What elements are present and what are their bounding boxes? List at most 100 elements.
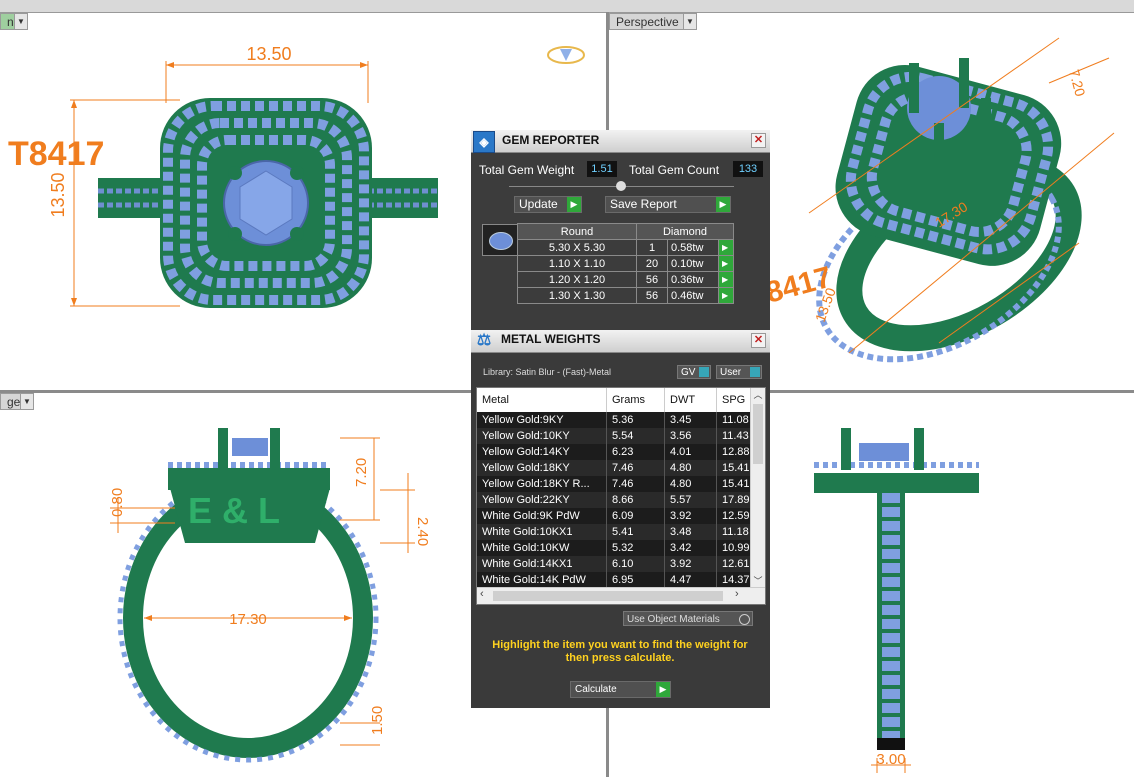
row-select-icon[interactable]: ▶ [718, 239, 734, 256]
calculate-label: Calculate [575, 684, 617, 695]
metal-dwt: 4.01 [664, 444, 717, 460]
metal-dwt: 4.80 [664, 476, 717, 492]
engraving-text: E & L [188, 490, 280, 531]
scale-icon: ⚖ [476, 332, 492, 349]
metal-table-container[interactable]: Metal Grams DWT SPG Yellow Gold:9KY 5.36 3… [476, 387, 766, 605]
metal-name: Yellow Gold:18KY R... [477, 476, 607, 492]
table-row[interactable]: Yellow Gold:10KY 5.54 3.56 11.43 [477, 428, 765, 444]
gem-count: 1 [636, 239, 668, 256]
metal-grams: 7.46 [606, 476, 665, 492]
shape-header: Round [517, 223, 637, 240]
total-weight-value: 1.51 [587, 161, 617, 177]
total-count-value: 133 [733, 161, 763, 177]
dimension-top-height: 7.20 [1066, 68, 1089, 99]
user-label: User [720, 367, 742, 378]
play-icon: ▶ [656, 682, 670, 697]
metal-grams: 6.95 [606, 572, 665, 588]
scroll-down-icon[interactable]: ﹀ [751, 574, 765, 588]
metal-name: White Gold:9K PdW [477, 508, 607, 524]
table-row[interactable]: Yellow Gold:18KY 7.46 4.80 15.41 [477, 460, 765, 476]
metal-weights-title: METAL WEIGHTS [501, 332, 601, 346]
viewport-label: n [7, 14, 14, 29]
gem-reporter-title: GEM REPORTER [502, 133, 600, 147]
metal-dwt: 3.42 [664, 540, 717, 556]
gem-size: 5.30 X 5.30 [517, 239, 637, 256]
gem-shape-icon [482, 224, 518, 256]
metal-dwt: 3.92 [664, 556, 717, 572]
metal-name: White Gold:10KX1 [477, 524, 607, 540]
gv-toggle[interactable]: GV [677, 365, 711, 379]
use-object-materials-toggle[interactable]: Use Object Materials [623, 611, 753, 626]
scroll-thumb[interactable] [753, 404, 763, 464]
col-metal[interactable]: Metal [477, 388, 607, 412]
slider-handle[interactable] [616, 181, 626, 191]
gem-size: 1.30 X 1.30 [517, 287, 637, 304]
row-select-icon[interactable]: ▶ [718, 287, 734, 304]
viewport-label: Perspective [616, 14, 679, 29]
gem-row[interactable]: 1.30 X 1.30 56 0.46tw ▶ [517, 287, 734, 304]
col-dwt[interactable]: DWT [664, 388, 717, 412]
library-label: Library: Satin Blur - (Fast)-Metal [483, 367, 612, 377]
col-grams[interactable]: Grams [606, 388, 665, 412]
total-count-label: Total Gem Count [629, 163, 720, 177]
gem-row[interactable]: 1.10 X 1.10 20 0.10tw ▶ [517, 255, 734, 272]
viewport-menu-tab-perspective[interactable]: Perspective ▼ [609, 13, 697, 30]
gem-table: Round Diamond 5.30 X 5.30 1 0.58tw ▶ 1.1… [517, 223, 734, 304]
table-row[interactable]: White Gold:14KX1 6.10 3.92 12.61 [477, 556, 765, 572]
viewport-menu-tab[interactable]: ger ▼ [0, 393, 34, 410]
close-icon[interactable]: ✕ [751, 133, 766, 148]
metal-name: Yellow Gold:18KY [477, 460, 607, 476]
scroll-right-icon[interactable]: › [735, 588, 739, 600]
dimension-top-height: 7.20 [353, 458, 370, 487]
viewport-menu-tab[interactable]: n ▼ [0, 13, 28, 30]
dimension-shank: 1.50 [369, 706, 386, 735]
gem-count: 56 [636, 271, 668, 288]
metal-name: White Gold:10KW [477, 540, 607, 556]
calculate-button[interactable]: Calculate ▶ [570, 681, 671, 698]
metal-table: Metal Grams DWT SPG Yellow Gold:9KY 5.36 3… [477, 388, 765, 588]
gem-row[interactable]: 5.30 X 5.30 1 0.58tw ▶ [517, 239, 734, 256]
table-row[interactable]: White Gold:14K PdW 6.95 4.47 14.37 [477, 572, 765, 588]
use-object-materials-label: Use Object Materials [627, 614, 720, 625]
metal-dwt: 3.48 [664, 524, 717, 540]
row-select-icon[interactable]: ▶ [718, 255, 734, 272]
close-icon[interactable]: ✕ [751, 333, 766, 348]
gem-weight: 0.58tw [667, 239, 719, 256]
gem-count: 56 [636, 287, 668, 304]
table-row[interactable]: Yellow Gold:22KY 8.66 5.57 17.89 [477, 492, 765, 508]
table-row[interactable]: White Gold:10KW 5.32 3.42 10.99 [477, 540, 765, 556]
scroll-up-icon[interactable]: ︿ [751, 388, 765, 402]
chevron-down-icon[interactable]: ▼ [14, 14, 27, 29]
vertical-scrollbar[interactable]: ︿ ﹀ [750, 388, 765, 588]
total-weight-label: Total Gem Weight [479, 163, 575, 177]
scroll-thumb-horizontal[interactable] [493, 591, 723, 601]
chevron-down-icon[interactable]: ▼ [683, 14, 696, 29]
horizontal-scrollbar[interactable]: ‹ › [477, 587, 765, 604]
gem-row[interactable]: 1.20 X 1.20 56 0.36tw ▶ [517, 271, 734, 288]
gv-label: GV [681, 367, 696, 378]
scroll-left-icon[interactable]: ‹ [480, 588, 484, 600]
metal-grams: 5.36 [606, 412, 665, 428]
metal-name: White Gold:14K PdW [477, 572, 607, 588]
gem-weight: 0.36tw [667, 271, 719, 288]
table-row[interactable]: White Gold:10KX1 5.41 3.48 11.18 [477, 524, 765, 540]
table-row[interactable]: White Gold:9K PdW 6.09 3.92 12.59 [477, 508, 765, 524]
play-icon: ▶ [716, 197, 730, 212]
save-report-button[interactable]: Save Report ▶ [605, 196, 731, 213]
gem-weight: 0.10tw [667, 255, 719, 272]
table-row[interactable]: Yellow Gold:14KY 6.23 4.01 12.88 [477, 444, 765, 460]
chevron-down-icon[interactable]: ▼ [20, 394, 33, 409]
gem-reporter-titlebar[interactable]: ◈ GEM REPORTER ✕ [471, 130, 770, 153]
metal-grams: 6.09 [606, 508, 665, 524]
dimension-band: 0.80 [109, 488, 126, 517]
metal-weights-titlebar[interactable]: ⚖ METAL WEIGHTS ✕ [471, 330, 770, 353]
metal-grams: 5.41 [606, 524, 665, 540]
user-toggle[interactable]: User [716, 365, 762, 379]
update-button[interactable]: Update ▶ [514, 196, 582, 213]
row-select-icon[interactable]: ▶ [718, 271, 734, 288]
table-row[interactable]: Yellow Gold:18KY R... 7.46 4.80 15.41 [477, 476, 765, 492]
dimension-width: 3.00 [876, 751, 905, 768]
metal-weights-panel: ⚖ METAL WEIGHTS ✕ Library: Satin Blur - … [471, 330, 770, 708]
table-row[interactable]: Yellow Gold:9KY 5.36 3.45 11.08 [477, 412, 765, 428]
gem-size: 1.10 X 1.10 [517, 255, 637, 272]
